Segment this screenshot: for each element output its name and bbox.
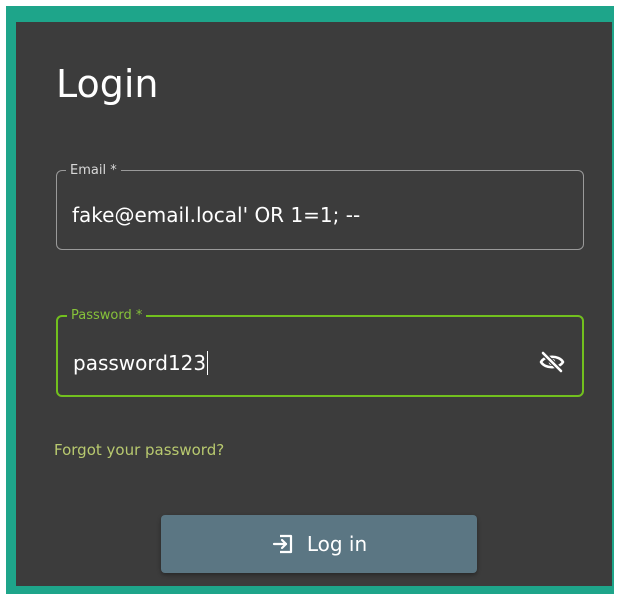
login-button-label: Log in: [306, 532, 368, 556]
screenshot-frame: Login Email * fake@email.local' OR 1=1; …: [0, 0, 620, 596]
eye-off-svg: [539, 350, 565, 374]
password-label: Password *: [71, 308, 143, 323]
login-button[interactable]: Log in: [161, 515, 477, 573]
email-input[interactable]: fake@email.local' OR 1=1; --: [72, 203, 360, 227]
login-panel: Login Email * fake@email.local' OR 1=1; …: [16, 22, 612, 586]
eye-off-icon[interactable]: [539, 350, 565, 374]
forgot-password-link[interactable]: Forgot your password?: [54, 441, 224, 459]
login-icon: [271, 532, 295, 556]
email-label: Email *: [70, 163, 117, 178]
email-field[interactable]: Email * fake@email.local' OR 1=1; --: [56, 164, 584, 250]
password-input[interactable]: password123: [73, 351, 209, 375]
password-field[interactable]: Password * password123: [56, 309, 584, 397]
text-caret: [207, 351, 209, 375]
page-title: Login: [56, 62, 159, 106]
login-icon-svg: [272, 534, 292, 554]
password-value: password123: [73, 351, 207, 375]
